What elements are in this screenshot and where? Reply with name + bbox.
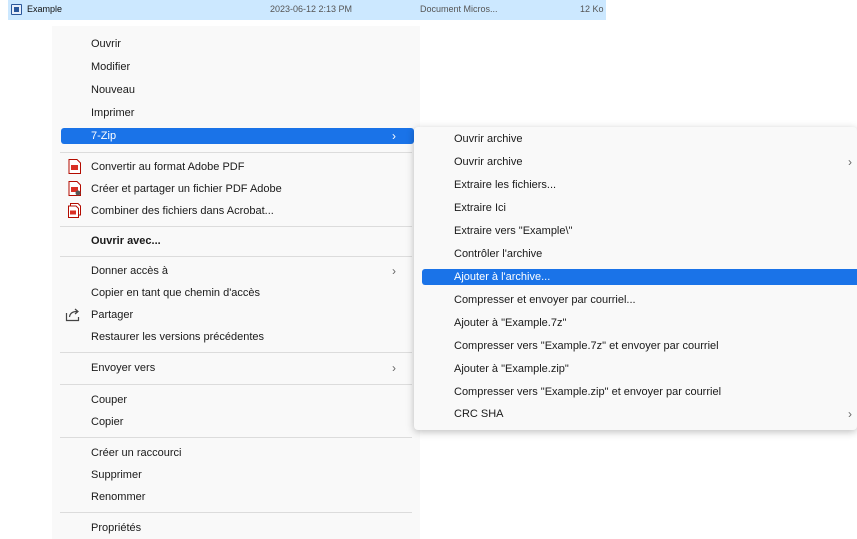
file-date: 2023-06-12 2:13 PM <box>270 4 353 14</box>
file-row-example[interactable]: Example 2023-06-12 2:13 PM Document Micr… <box>8 0 606 20</box>
menu-item-label: Imprimer <box>91 107 135 119</box>
menu-separator <box>60 256 412 257</box>
chevron-right-icon: › <box>848 407 852 421</box>
menu-item-label: Ouvrir avec... <box>91 235 161 247</box>
file-name: Example <box>27 4 63 14</box>
submenu-item-compress-zip-email[interactable]: Compresser vers "Example.zip" et envoyer… <box>414 381 857 403</box>
menu-item-label: Donner accès à <box>91 265 169 277</box>
adobe-pdf-share-icon <box>68 181 81 196</box>
menu-item-share[interactable]: Partager <box>52 304 420 326</box>
submenu-item-compress-7z-email[interactable]: Compresser vers "Example.7z" et envoyer … <box>414 335 857 357</box>
submenu-item-label: Extraire Ici <box>454 202 506 214</box>
menu-item-new[interactable]: Nouveau <box>52 79 420 101</box>
menu-item-properties[interactable]: Propriétés <box>52 517 420 539</box>
share-icon <box>65 308 80 322</box>
menu-item-restore-versions[interactable]: Restaurer les versions précédentes <box>52 326 420 348</box>
submenu-item-compress-email[interactable]: Compresser et envoyer par courriel... <box>414 289 857 311</box>
adobe-pdf-icon <box>68 159 81 174</box>
menu-item-copy-path[interactable]: Copier en tant que chemin d'accès <box>52 282 420 304</box>
submenu-item-label: Extraire les fichiers... <box>454 179 557 191</box>
adobe-pdf-combine-icon <box>68 203 81 218</box>
submenu-item-label: CRC SHA <box>454 408 504 420</box>
submenu-item-open-archive[interactable]: Ouvrir archive <box>414 128 857 150</box>
submenu-item-extract-to[interactable]: Extraire vers "Example\" <box>414 220 857 242</box>
submenu-item-label: Compresser vers "Example.zip" et envoyer… <box>454 386 722 398</box>
menu-item-label: Couper <box>91 394 128 406</box>
file-type: Document Micros... <box>420 4 498 14</box>
submenu-item-add-7z[interactable]: Ajouter à "Example.7z" <box>414 312 857 334</box>
submenu-item-label: Ouvrir archive <box>454 133 523 145</box>
submenu-item-extract-here[interactable]: Extraire Ici <box>414 197 857 219</box>
menu-item-label: Copier <box>91 416 124 428</box>
file-size: 12 Ko <box>580 4 604 14</box>
submenu-item-open-archive-more[interactable]: Ouvrir archive › <box>414 151 857 173</box>
submenu-item-extract-files[interactable]: Extraire les fichiers... <box>414 174 857 196</box>
menu-item-combine-pdf[interactable]: Combiner des fichiers dans Acrobat... <box>52 200 420 222</box>
menu-item-label: Nouveau <box>91 84 136 96</box>
menu-item-label: Modifier <box>91 61 131 73</box>
submenu-item-add-to-archive[interactable]: Ajouter à l'archive... <box>414 266 857 288</box>
menu-item-label: Partager <box>91 309 134 321</box>
menu-item-7zip[interactable]: 7-Zip › <box>52 125 420 147</box>
menu-item-create-shortcut[interactable]: Créer un raccourci <box>52 442 420 464</box>
menu-item-print[interactable]: Imprimer <box>52 102 420 124</box>
menu-separator <box>60 384 412 385</box>
menu-separator <box>60 512 412 513</box>
menu-item-label: Restaurer les versions précédentes <box>91 331 265 343</box>
sevenzip-submenu: Ouvrir archive Ouvrir archive › Extraire… <box>414 127 857 430</box>
submenu-item-crc-sha[interactable]: CRC SHA › <box>414 403 857 425</box>
menu-item-label: Créer et partager un fichier PDF Adobe <box>91 183 282 195</box>
menu-item-label: Envoyer vers <box>91 362 156 374</box>
menu-item-label: Renommer <box>91 491 146 503</box>
chevron-right-icon: › <box>848 155 852 169</box>
menu-item-share-pdf[interactable]: Créer et partager un fichier PDF Adobe <box>52 178 420 200</box>
context-menu: Ouvrir Modifier Nouveau Imprimer 7-Zip ›… <box>52 26 420 539</box>
menu-item-give-access[interactable]: Donner accès à › <box>52 260 420 282</box>
menu-item-delete[interactable]: Supprimer <box>52 464 420 486</box>
menu-item-rename[interactable]: Renommer <box>52 486 420 508</box>
menu-item-label: 7-Zip <box>91 130 117 142</box>
menu-item-open[interactable]: Ouvrir <box>52 33 420 55</box>
word-document-icon <box>11 4 22 15</box>
menu-item-cut[interactable]: Couper <box>52 389 420 411</box>
menu-item-label: Convertir au format Adobe PDF <box>91 161 245 173</box>
menu-item-copy[interactable]: Copier <box>52 411 420 433</box>
chevron-right-icon: › <box>392 129 396 143</box>
submenu-item-test-archive[interactable]: Contrôler l'archive <box>414 243 857 265</box>
menu-separator <box>60 437 412 438</box>
menu-item-label: Propriétés <box>91 522 142 534</box>
chevron-right-icon: › <box>392 264 396 278</box>
menu-item-label: Créer un raccourci <box>91 447 182 459</box>
menu-item-edit[interactable]: Modifier <box>52 56 420 78</box>
menu-item-label: Copier en tant que chemin d'accès <box>91 287 261 299</box>
chevron-right-icon: › <box>392 361 396 375</box>
submenu-item-label: Compresser et envoyer par courriel... <box>454 294 636 306</box>
menu-separator <box>60 226 412 227</box>
menu-item-convert-pdf[interactable]: Convertir au format Adobe PDF <box>52 156 420 178</box>
submenu-item-label: Ouvrir archive <box>454 156 523 168</box>
submenu-item-label: Compresser vers "Example.7z" et envoyer … <box>454 340 719 352</box>
menu-item-label: Combiner des fichiers dans Acrobat... <box>91 205 274 217</box>
submenu-item-label: Contrôler l'archive <box>454 248 543 260</box>
menu-item-open-with[interactable]: Ouvrir avec... <box>52 230 420 252</box>
submenu-item-label: Ajouter à "Example.zip" <box>454 363 569 375</box>
submenu-item-label: Extraire vers "Example\" <box>454 225 573 237</box>
menu-item-send-to[interactable]: Envoyer vers › <box>52 357 420 379</box>
submenu-item-label: Ajouter à "Example.7z" <box>454 317 567 329</box>
menu-separator <box>60 352 412 353</box>
submenu-item-add-zip[interactable]: Ajouter à "Example.zip" <box>414 358 857 380</box>
menu-item-label: Ouvrir <box>91 38 121 50</box>
menu-item-label: Supprimer <box>91 469 142 481</box>
menu-separator <box>60 152 412 153</box>
submenu-item-label: Ajouter à l'archive... <box>454 271 551 283</box>
